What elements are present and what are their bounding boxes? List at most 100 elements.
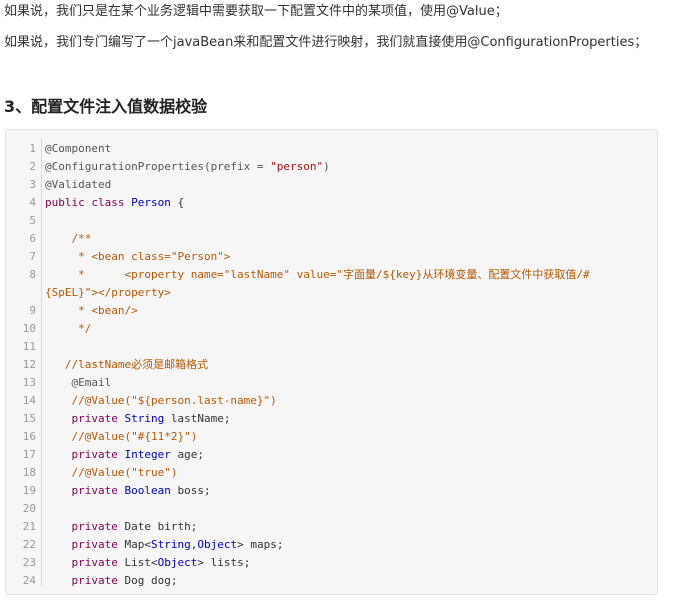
code-token: Person <box>131 196 171 209</box>
code-token: * <bean class="Person"> <box>45 250 231 263</box>
code-token: @ConfigurationProperties(prefix = <box>45 160 271 173</box>
code-line: private Dog dog; <box>45 572 178 590</box>
code-token: @Validated <box>45 178 112 191</box>
line-number: 6 <box>29 232 36 245</box>
line-number: 18 <box>22 466 36 479</box>
code-token: private <box>71 412 118 425</box>
code-token: Integer <box>124 448 171 461</box>
code-line: public class Person { <box>45 194 184 212</box>
code-line: private Date birth; <box>45 518 198 536</box>
line-number: 1 <box>29 142 36 155</box>
code-line: private List<Object> lists; <box>45 554 251 572</box>
code-line: private String lastName; <box>45 410 231 428</box>
code-token: String <box>150 538 191 551</box>
line-number: 21 <box>22 520 36 533</box>
line-number: 13 <box>22 376 36 389</box>
code-line: * <bean/> <box>45 302 138 320</box>
code-token: private <box>71 574 118 587</box>
code-token: > lists; <box>197 556 251 569</box>
code-token: //@Value("true") <box>45 466 178 479</box>
line-number: 3 <box>29 178 36 191</box>
line-number: 10 <box>22 322 36 335</box>
paragraph-value-usage: 如果说，我们只是在某个业务逻辑中需要获取一下配置文件中的某项值，使用@Value… <box>4 4 508 19</box>
code-line: {SpEL}"></property> <box>45 284 171 302</box>
line-number: 24 <box>22 574 36 587</box>
code-token: ) <box>323 160 330 173</box>
code-line: //@Value("#{11*2}") <box>45 428 197 446</box>
code-token: Object <box>197 538 238 551</box>
line-number: 7 <box>29 250 36 263</box>
section-heading: 3、配置文件注入值数据校验 <box>4 97 208 116</box>
code-line: //@Value("${person.last-name}") <box>45 392 277 410</box>
code-line: //lastName必须是邮箱格式 <box>45 356 208 374</box>
line-number: 23 <box>22 556 36 569</box>
code-line: /** <box>45 230 91 248</box>
code-token: public <box>45 196 85 209</box>
code-line: @Component <box>45 140 111 158</box>
code-token: //@Value("${person.last-name}") <box>45 394 277 407</box>
code-token: private <box>71 520 118 533</box>
code-token: private <box>71 448 118 461</box>
line-number: 15 <box>22 412 36 425</box>
line-number: 12 <box>22 358 36 371</box>
code-line: @Validated <box>45 176 111 194</box>
code-token: {SpEL}"></property> <box>45 286 171 299</box>
code-line: @Email <box>45 374 111 392</box>
code-token: Map< <box>117 538 151 551</box>
code-token: { <box>170 196 185 209</box>
code-token: private <box>71 484 118 497</box>
code-token: * <bean/> <box>45 304 138 317</box>
code-token: private <box>71 538 118 551</box>
code-line: * <property name="lastName" value="字面量/$… <box>45 266 590 284</box>
code-token: * <property name="lastName" value="字面量/$… <box>45 268 590 281</box>
code-token: String <box>124 412 165 425</box>
code-token: age; <box>170 448 204 461</box>
code-token: private <box>71 556 118 569</box>
code-line: * <bean class="Person"> <box>45 248 230 266</box>
code-token: Boolean <box>124 484 171 497</box>
line-number: 4 <box>29 196 36 209</box>
code-token: "person" <box>270 160 324 173</box>
code-token: Date birth; <box>117 520 198 533</box>
line-number: 20 <box>22 502 36 515</box>
code-line: //@Value("true") <box>45 464 177 482</box>
line-number: 14 <box>22 394 36 407</box>
line-number: 19 <box>22 484 36 497</box>
code-token: List< <box>117 556 158 569</box>
code-line: private Map<String,Object> maps; <box>45 536 284 554</box>
code-line: @ConfigurationProperties(prefix = "perso… <box>45 158 330 176</box>
code-token: Object <box>157 556 198 569</box>
line-number: 2 <box>29 160 36 173</box>
code-token: lastName; <box>164 412 231 425</box>
line-number: 8 <box>29 268 36 281</box>
code-token: class <box>91 196 125 209</box>
code-token: /** <box>45 232 92 245</box>
line-number: 22 <box>22 538 36 551</box>
code-token: //@Value("#{11*2}") <box>45 430 198 443</box>
line-number: 17 <box>22 448 36 461</box>
line-number: 5 <box>29 214 36 227</box>
code-token: @Email <box>45 376 112 389</box>
paragraph-configuration-properties-usage: 如果说，我们专门编写了一个javaBean来和配置文件进行映射，我们就直接使用@… <box>4 35 648 50</box>
code-line: */ <box>45 320 91 338</box>
gutter-divider <box>41 138 42 586</box>
line-number: 16 <box>22 430 36 443</box>
line-number: 9 <box>29 304 36 317</box>
line-number: 11 <box>22 340 36 353</box>
code-token: Dog dog; <box>117 574 178 587</box>
code-token: */ <box>45 322 92 335</box>
code-token: > maps; <box>237 538 284 551</box>
code-line: private Integer age; <box>45 446 204 464</box>
code-line: private Boolean boss; <box>45 482 211 500</box>
code-token: boss; <box>170 484 211 497</box>
code-token: //lastName必须是邮箱格式 <box>45 358 209 371</box>
code-token: @Component <box>45 142 112 155</box>
code-block: 1 2 3 4 5 6 7 8 9 10 11 12 13 14 15 16 17 18 19 20 21 22 23 24 … <box>5 129 658 595</box>
